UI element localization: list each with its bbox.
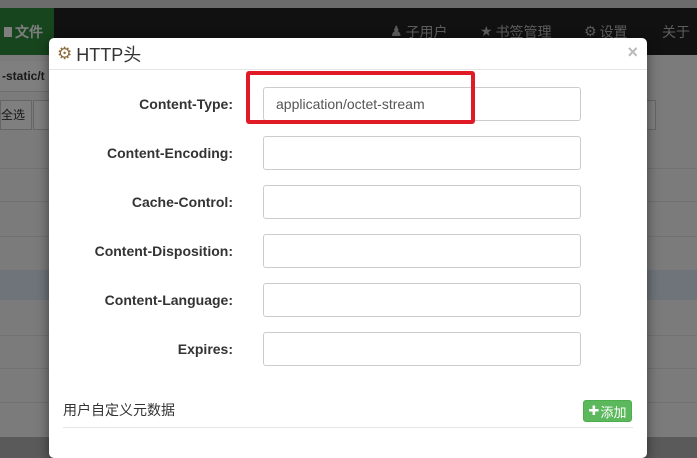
metadata-divider	[63, 427, 633, 428]
field-label: Content-Type:	[139, 96, 233, 112]
content-disposition-input[interactable]	[263, 234, 581, 268]
field-label: Content-Language:	[104, 292, 233, 308]
content-type-input[interactable]	[263, 87, 581, 121]
field-content-disposition: Content-Disposition:	[49, 234, 647, 268]
field-label: Expires:	[177, 341, 233, 357]
field-label: Cache-Control:	[131, 194, 233, 210]
content-language-input[interactable]	[263, 283, 581, 317]
plus-icon: ✚	[588, 403, 600, 418]
field-cache-control: Cache-Control:	[49, 185, 647, 219]
add-label: 添加	[600, 404, 627, 420]
add-metadata-button[interactable]: ✚ 添加	[583, 400, 632, 422]
custom-metadata-title: 用户自定义元数据	[63, 402, 175, 418]
field-content-type: Content-Type:	[49, 87, 647, 121]
field-label: Content-Encoding:	[107, 145, 233, 161]
expires-input[interactable]	[263, 332, 581, 366]
field-content-encoding: Content-Encoding:	[49, 136, 647, 170]
gear-icon: ⚙	[57, 43, 73, 63]
modal-title: HTTP头	[76, 44, 142, 65]
content-encoding-input[interactable]	[263, 136, 581, 170]
modal-header: ⚙ HTTP头 ×	[49, 38, 647, 70]
field-label: Content-Disposition:	[94, 243, 233, 259]
field-content-language: Content-Language:	[49, 283, 647, 317]
close-icon[interactable]: ×	[627, 42, 638, 63]
field-expires: Expires:	[49, 332, 647, 366]
http-headers-dialog: ⚙ HTTP头 × Content-Type: Content-Encoding…	[49, 38, 647, 458]
cache-control-input[interactable]	[263, 185, 581, 219]
